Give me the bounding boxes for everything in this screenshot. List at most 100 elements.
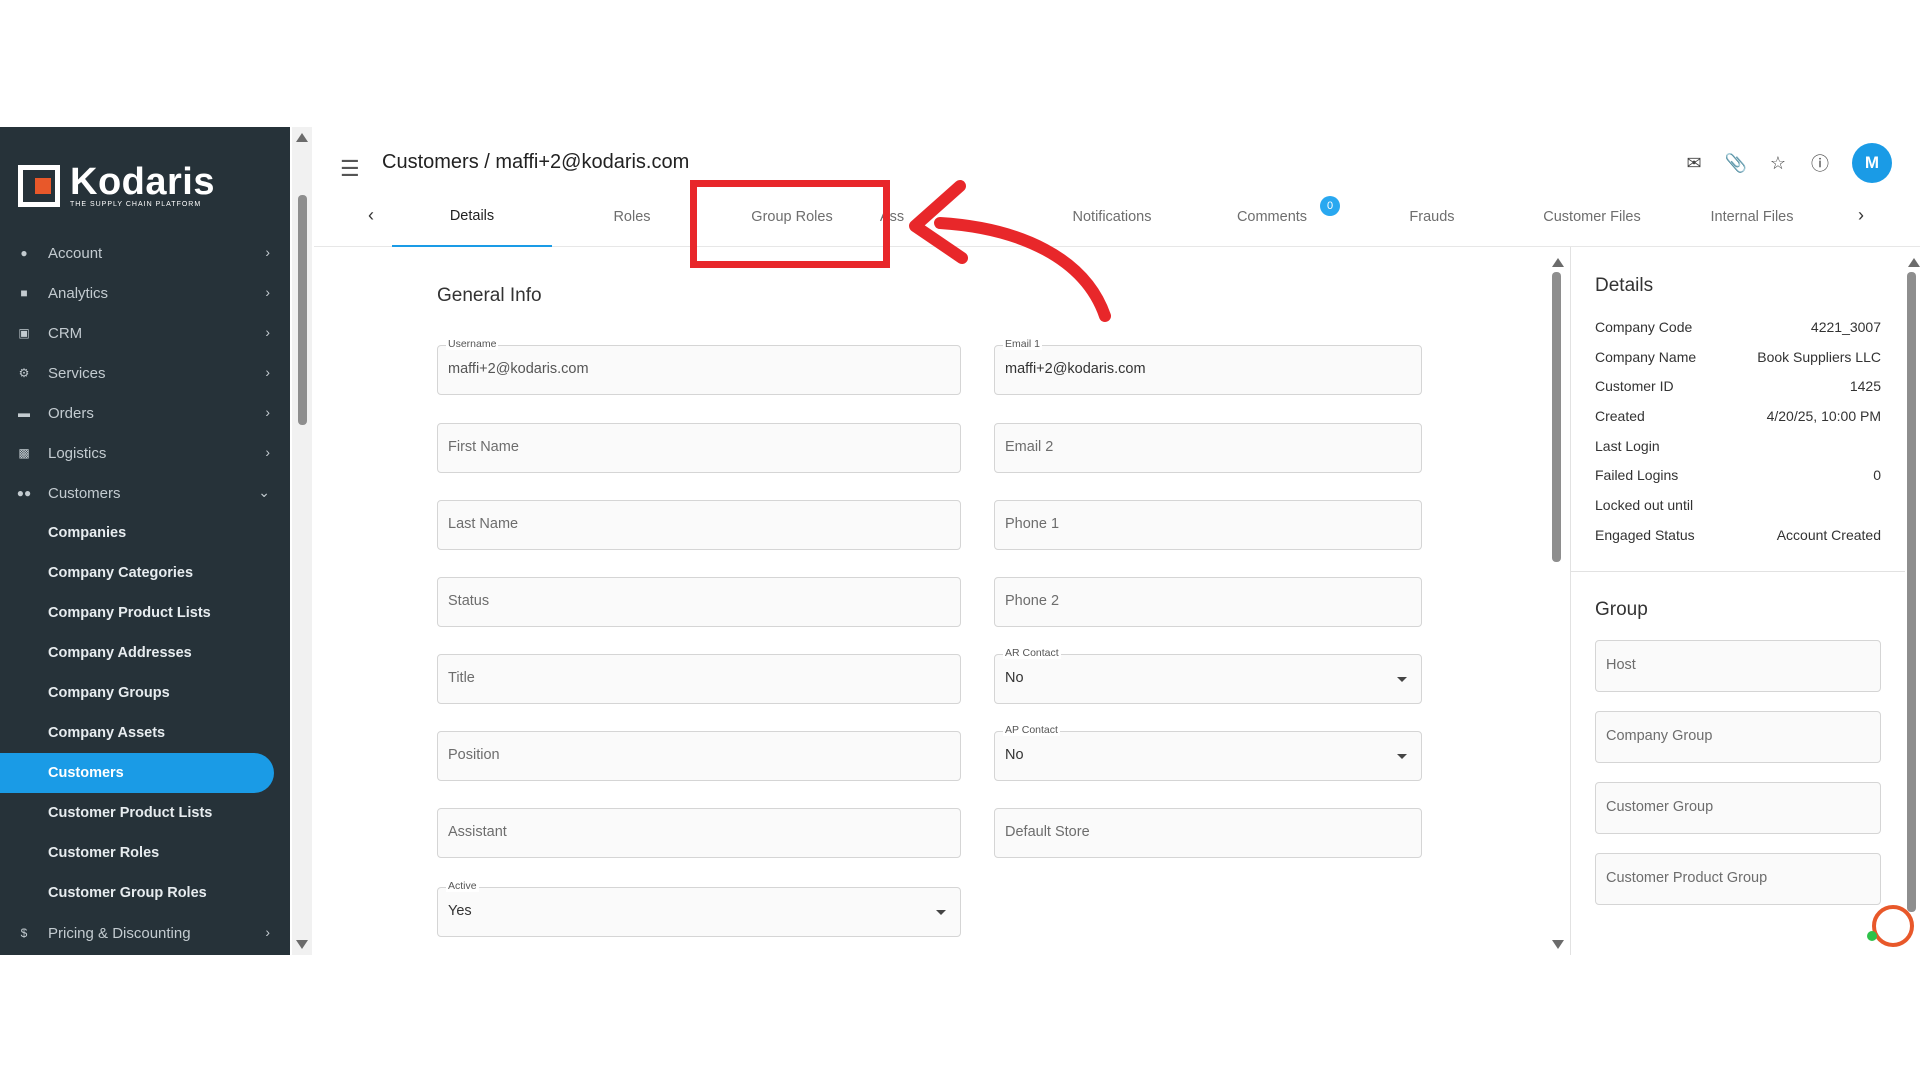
title-field[interactable]: Title: [437, 654, 961, 704]
scrollbar-thumb[interactable]: [1907, 272, 1916, 912]
ar-contact-select[interactable]: AR Contact No: [994, 647, 1422, 704]
tab-scroll-right-icon[interactable]: ›: [1858, 205, 1864, 226]
paperclip-icon[interactable]: 📎: [1725, 153, 1747, 173]
scroll-up-icon[interactable]: [1552, 258, 1564, 267]
sidebar-subitem-customer-roles[interactable]: Customer Roles: [0, 833, 290, 873]
kodaris-logo[interactable]: Kodaris THE SUPPLY CHAIN PLATFORM: [18, 161, 215, 211]
email2-field[interactable]: Email 2: [994, 423, 1422, 473]
tab-comments[interactable]: Comments 0: [1192, 187, 1352, 247]
sidebar-item-label: Services: [48, 364, 106, 382]
first-name-field[interactable]: First Name: [437, 423, 961, 473]
sidebar-item-label: Customers: [48, 484, 121, 502]
sidebar: Kodaris THE SUPPLY CHAIN PLATFORM ● Acco…: [0, 127, 290, 955]
detail-row-customer-id: Customer ID 1425: [1595, 378, 1881, 408]
sidebar-scrollbar[interactable]: [292, 127, 312, 955]
star-icon[interactable]: ☆: [1768, 153, 1788, 173]
field-placeholder: Title: [448, 670, 475, 686]
field-label: AP Contact: [1003, 724, 1060, 736]
comments-count-badge: 0: [1320, 196, 1340, 216]
tab-frauds[interactable]: Frauds: [1352, 187, 1512, 247]
detail-key: Engaged Status: [1595, 527, 1695, 543]
chevron-right-icon: ›: [265, 444, 270, 460]
sidebar-subitem-company-assets[interactable]: Company Assets: [0, 713, 290, 753]
scrollbar-thumb[interactable]: [1552, 272, 1561, 562]
scroll-up-icon[interactable]: [1908, 258, 1920, 267]
sidebar-item-customers[interactable]: ●● Customers ⌄: [0, 473, 290, 513]
customer-group-field[interactable]: Customer Group: [1595, 782, 1881, 834]
avatar[interactable]: M: [1852, 143, 1892, 183]
chevron-right-icon: ›: [265, 364, 270, 380]
sidebar-item-label: CRM: [48, 324, 83, 342]
field-placeholder: Host: [1606, 657, 1636, 673]
chevron-right-icon: ›: [265, 244, 270, 260]
sidebar-subitem-company-groups[interactable]: Company Groups: [0, 673, 290, 713]
divider: [1571, 571, 1905, 572]
phone1-field[interactable]: Phone 1: [994, 500, 1422, 550]
sidebar-subitem-company-product-lists[interactable]: Company Product Lists: [0, 593, 290, 633]
tab-internal-files[interactable]: Internal Files: [1672, 187, 1832, 247]
active-select[interactable]: Active Yes: [437, 880, 961, 937]
assistant-field[interactable]: Assistant: [437, 808, 961, 858]
help-icon[interactable]: ⓘ: [1810, 153, 1830, 174]
sidebar-item-services[interactable]: ⚙ Services ›: [0, 353, 290, 393]
shipping-icon: ▩: [18, 446, 30, 460]
chevron-right-icon: ›: [265, 404, 270, 420]
scroll-down-icon[interactable]: [296, 940, 308, 949]
tab-label: Comments: [1236, 209, 1308, 225]
detail-value: Account Created: [1776, 527, 1881, 543]
menu-icon[interactable]: ☰: [340, 156, 360, 182]
dropdown-caret-icon: [1397, 754, 1407, 759]
sidebar-item-pricing[interactable]: $ Pricing & Discounting ›: [0, 913, 290, 953]
detail-key: Failed Logins: [1595, 467, 1679, 483]
brand-name: Kodaris: [70, 161, 215, 203]
tab-roles[interactable]: Roles: [552, 187, 712, 247]
kodaris-logo-icon: [18, 165, 60, 207]
details-scrollbar[interactable]: [1904, 252, 1920, 955]
tab-scroll-left-icon[interactable]: ‹: [368, 205, 374, 226]
last-name-field[interactable]: Last Name: [437, 500, 961, 550]
user-icon: ●: [20, 246, 28, 260]
field-value: maffi+2@kodaris.com: [1005, 361, 1146, 377]
sidebar-subitem-company-addresses[interactable]: Company Addresses: [0, 633, 290, 673]
header-actions: ✉ 📎 ☆ ⓘ M: [1684, 143, 1892, 183]
field-label: Email 1: [1003, 338, 1043, 350]
field-value: No: [1005, 747, 1024, 763]
sidebar-subitem-customer-group-roles[interactable]: Customer Group Roles: [0, 873, 290, 913]
sidebar-item-orders[interactable]: ▬ Orders ›: [0, 393, 290, 433]
detail-key: Created: [1595, 408, 1645, 424]
sidebar-item-logistics[interactable]: ▩ Logistics ›: [0, 433, 290, 473]
sidebar-item-crm[interactable]: ▣ CRM ›: [0, 313, 290, 353]
sidebar-item-account[interactable]: ● Account ›: [0, 233, 290, 273]
sidebar-item-analytics[interactable]: ■ Analytics ›: [0, 273, 290, 313]
ap-contact-select[interactable]: AP Contact No: [994, 724, 1422, 781]
chat-widget-icon[interactable]: [1872, 905, 1914, 947]
id-card-icon: ▣: [18, 326, 30, 340]
position-field[interactable]: Position: [437, 731, 961, 781]
default-store-field[interactable]: Default Store: [994, 808, 1422, 858]
host-field[interactable]: Host: [1595, 640, 1881, 692]
status-field[interactable]: Status: [437, 577, 961, 627]
online-status-dot: [1867, 931, 1877, 941]
sidebar-item-label: Orders: [48, 404, 94, 422]
phone2-field[interactable]: Phone 2: [994, 577, 1422, 627]
detail-key: Company Code: [1595, 319, 1693, 335]
form-scrollbar[interactable]: [1548, 252, 1566, 955]
email1-field[interactable]: Email 1 maffi+2@kodaris.com: [994, 338, 1422, 395]
customer-product-group-field[interactable]: Customer Product Group: [1595, 853, 1881, 905]
sidebar-item-label: Pricing & Discounting: [48, 924, 191, 942]
sidebar-subitem-customer-product-lists[interactable]: Customer Product Lists: [0, 793, 290, 833]
company-group-field[interactable]: Company Group: [1595, 711, 1881, 763]
scroll-up-icon[interactable]: [296, 133, 308, 142]
username-field[interactable]: Username maffi+2@kodaris.com: [437, 338, 961, 395]
dropdown-caret-icon: [1397, 677, 1407, 682]
tab-customer-files[interactable]: Customer Files: [1512, 187, 1672, 247]
mail-icon[interactable]: ✉: [1684, 153, 1704, 173]
field-label: Username: [446, 338, 499, 350]
sidebar-subitem-customers[interactable]: Customers: [0, 753, 274, 793]
sidebar-subitem-companies[interactable]: Companies: [0, 513, 290, 553]
scroll-down-icon[interactable]: [1552, 940, 1564, 949]
sidebar-subitem-company-categories[interactable]: Company Categories: [0, 553, 290, 593]
details-panel: Details Company Code 4221_3007 Company N…: [1570, 247, 1905, 955]
tab-details[interactable]: Details: [392, 187, 552, 247]
scrollbar-thumb[interactable]: [298, 195, 307, 425]
